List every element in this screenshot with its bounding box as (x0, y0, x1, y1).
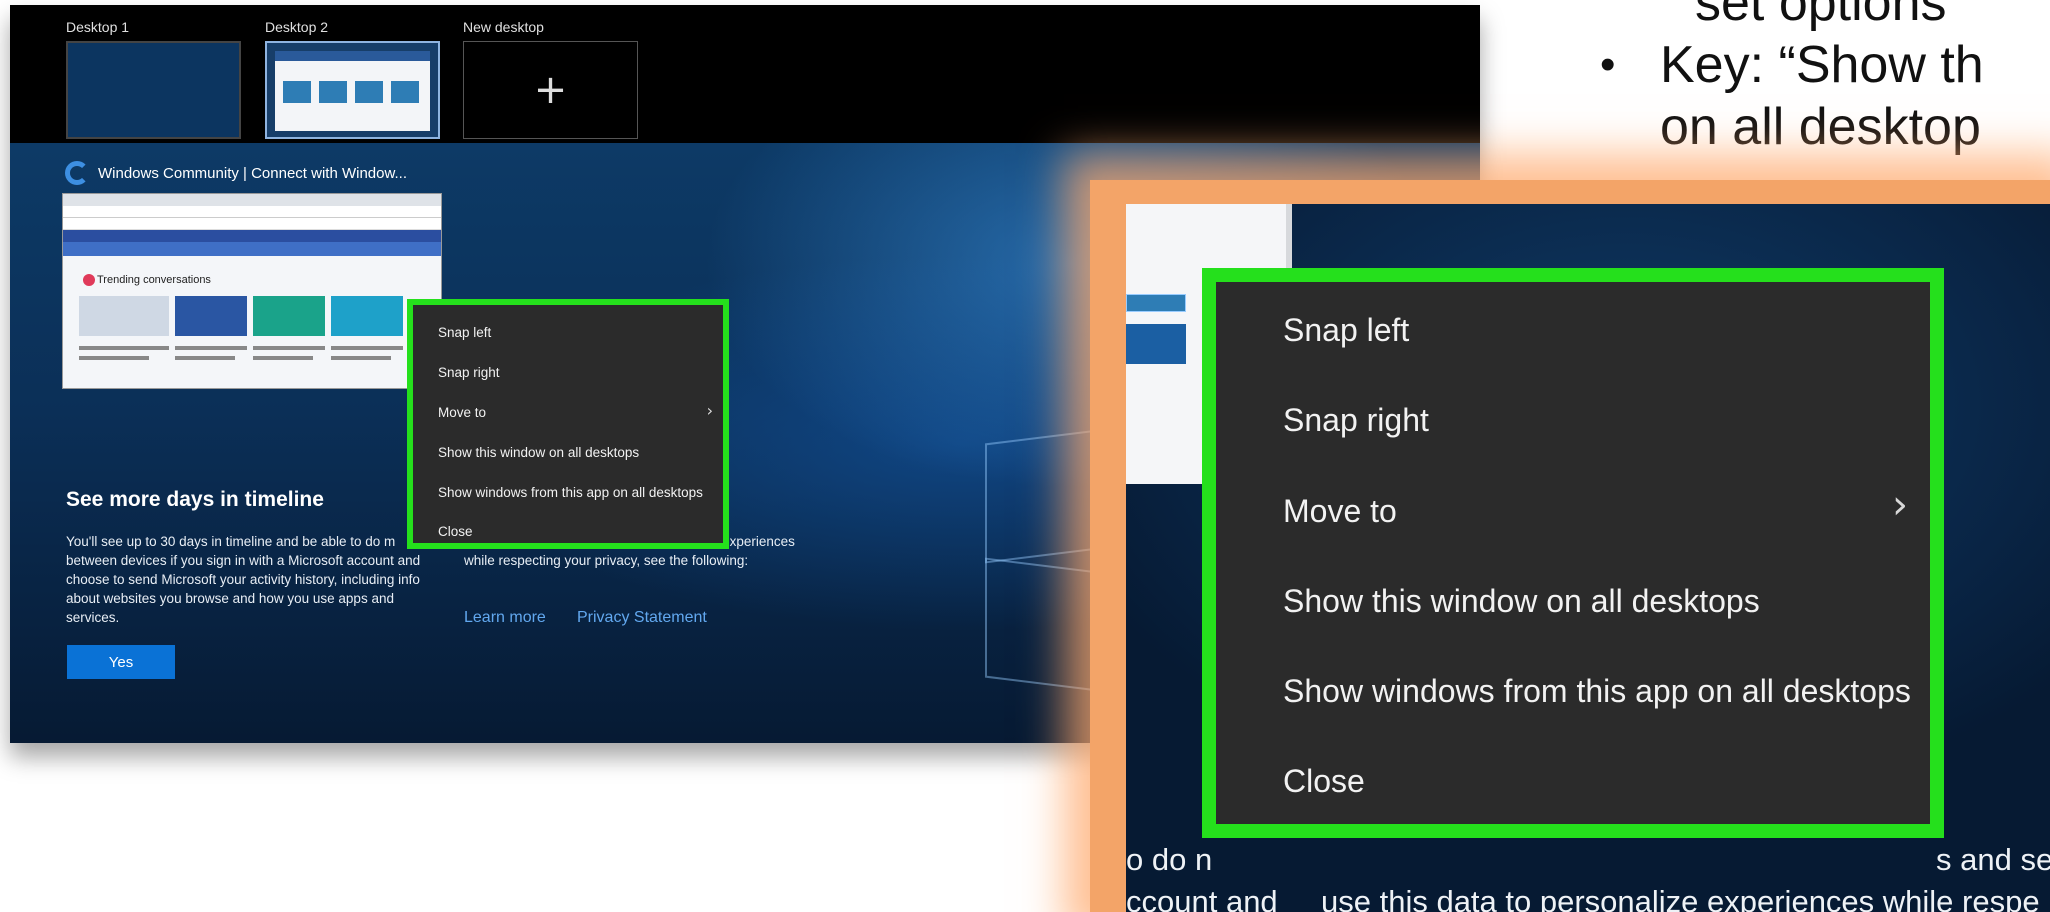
desktop-2-preview (275, 51, 430, 131)
menu-item-snap-left[interactable]: Snap left (438, 325, 491, 340)
slide-line-key: Key: “Show th (1660, 36, 1984, 94)
thumbnail-card (253, 296, 325, 336)
menu-item-move-to[interactable]: Move to (438, 405, 486, 420)
zoomed-menu-item-show-window-all-desktops[interactable]: Show this window on all desktops (1283, 583, 1760, 620)
new-desktop-button[interactable]: + (463, 41, 638, 139)
thumbnail-card (331, 296, 403, 336)
conversation-icon (83, 274, 95, 286)
zoom-text-left-bottom: ccount and (1126, 884, 1278, 912)
zoom-text-right-bottom: use this data to personalize experiences… (1321, 884, 2040, 912)
zoomed-menu-item-close[interactable]: Close (1283, 763, 1365, 800)
thumbnail-card (175, 296, 247, 336)
slide-bullet: • (1600, 40, 1616, 89)
browser-window-thumbnail[interactable]: Trending conversations (62, 193, 442, 389)
yes-button[interactable]: Yes (67, 645, 175, 679)
zoomed-menu-item-snap-right[interactable]: Snap right (1283, 402, 1429, 439)
desktop-1-label: Desktop 1 (66, 19, 130, 35)
edge-browser-icon (65, 161, 89, 185)
chevron-right-icon: › (1892, 482, 1908, 528)
zoom-text-left-top: o do n (1126, 842, 1213, 877)
thumbnail-section-title: Trending conversations (97, 274, 211, 286)
zoom-text-right-top: s and se (1936, 842, 2050, 877)
learn-more-link[interactable]: Learn more (464, 609, 546, 627)
zoomed-menu-item-snap-left[interactable]: Snap left (1283, 312, 1409, 349)
virtual-desktops-bar: Desktop 1 Desktop 2 New desktop + (10, 5, 1480, 143)
desktop-2-thumbnail[interactable] (265, 41, 440, 139)
menu-item-snap-right[interactable]: Snap right (438, 365, 500, 380)
zoomed-menu-item-show-app-windows-all-desktops[interactable]: Show windows from this app on all deskto… (1283, 673, 1911, 710)
new-desktop-label: New desktop (463, 19, 544, 35)
slide-line-desktops: on all desktop (1660, 98, 1981, 156)
timeline-body-left: You'll see up to 30 days in timeline and… (66, 534, 421, 625)
thumbnail-image (79, 296, 169, 336)
privacy-statement-link[interactable]: Privacy Statement (577, 609, 707, 627)
menu-item-show-app-windows-all-desktops[interactable]: Show windows from this app on all deskto… (438, 485, 703, 500)
plus-icon: + (533, 67, 568, 113)
menu-item-show-window-all-desktops[interactable]: Show this window on all desktops (438, 445, 639, 460)
timeline-heading: See more days in timeline (66, 488, 324, 511)
zoomed-context-menu: Snap left Snap right Move to › Show this… (1202, 268, 1944, 838)
menu-item-close[interactable]: Close (438, 524, 473, 539)
chevron-right-icon: › (706, 401, 713, 420)
desktop-1-thumbnail[interactable] (66, 41, 241, 139)
slide-line-options: set options (1695, 0, 1947, 32)
window-title: Windows Community | Connect with Window.… (98, 165, 408, 182)
window-context-menu: Snap left Snap right Move to › Show this… (407, 299, 729, 549)
desktop-2-label: Desktop 2 (265, 19, 329, 35)
zoomed-menu-item-move-to[interactable]: Move to (1283, 493, 1397, 530)
